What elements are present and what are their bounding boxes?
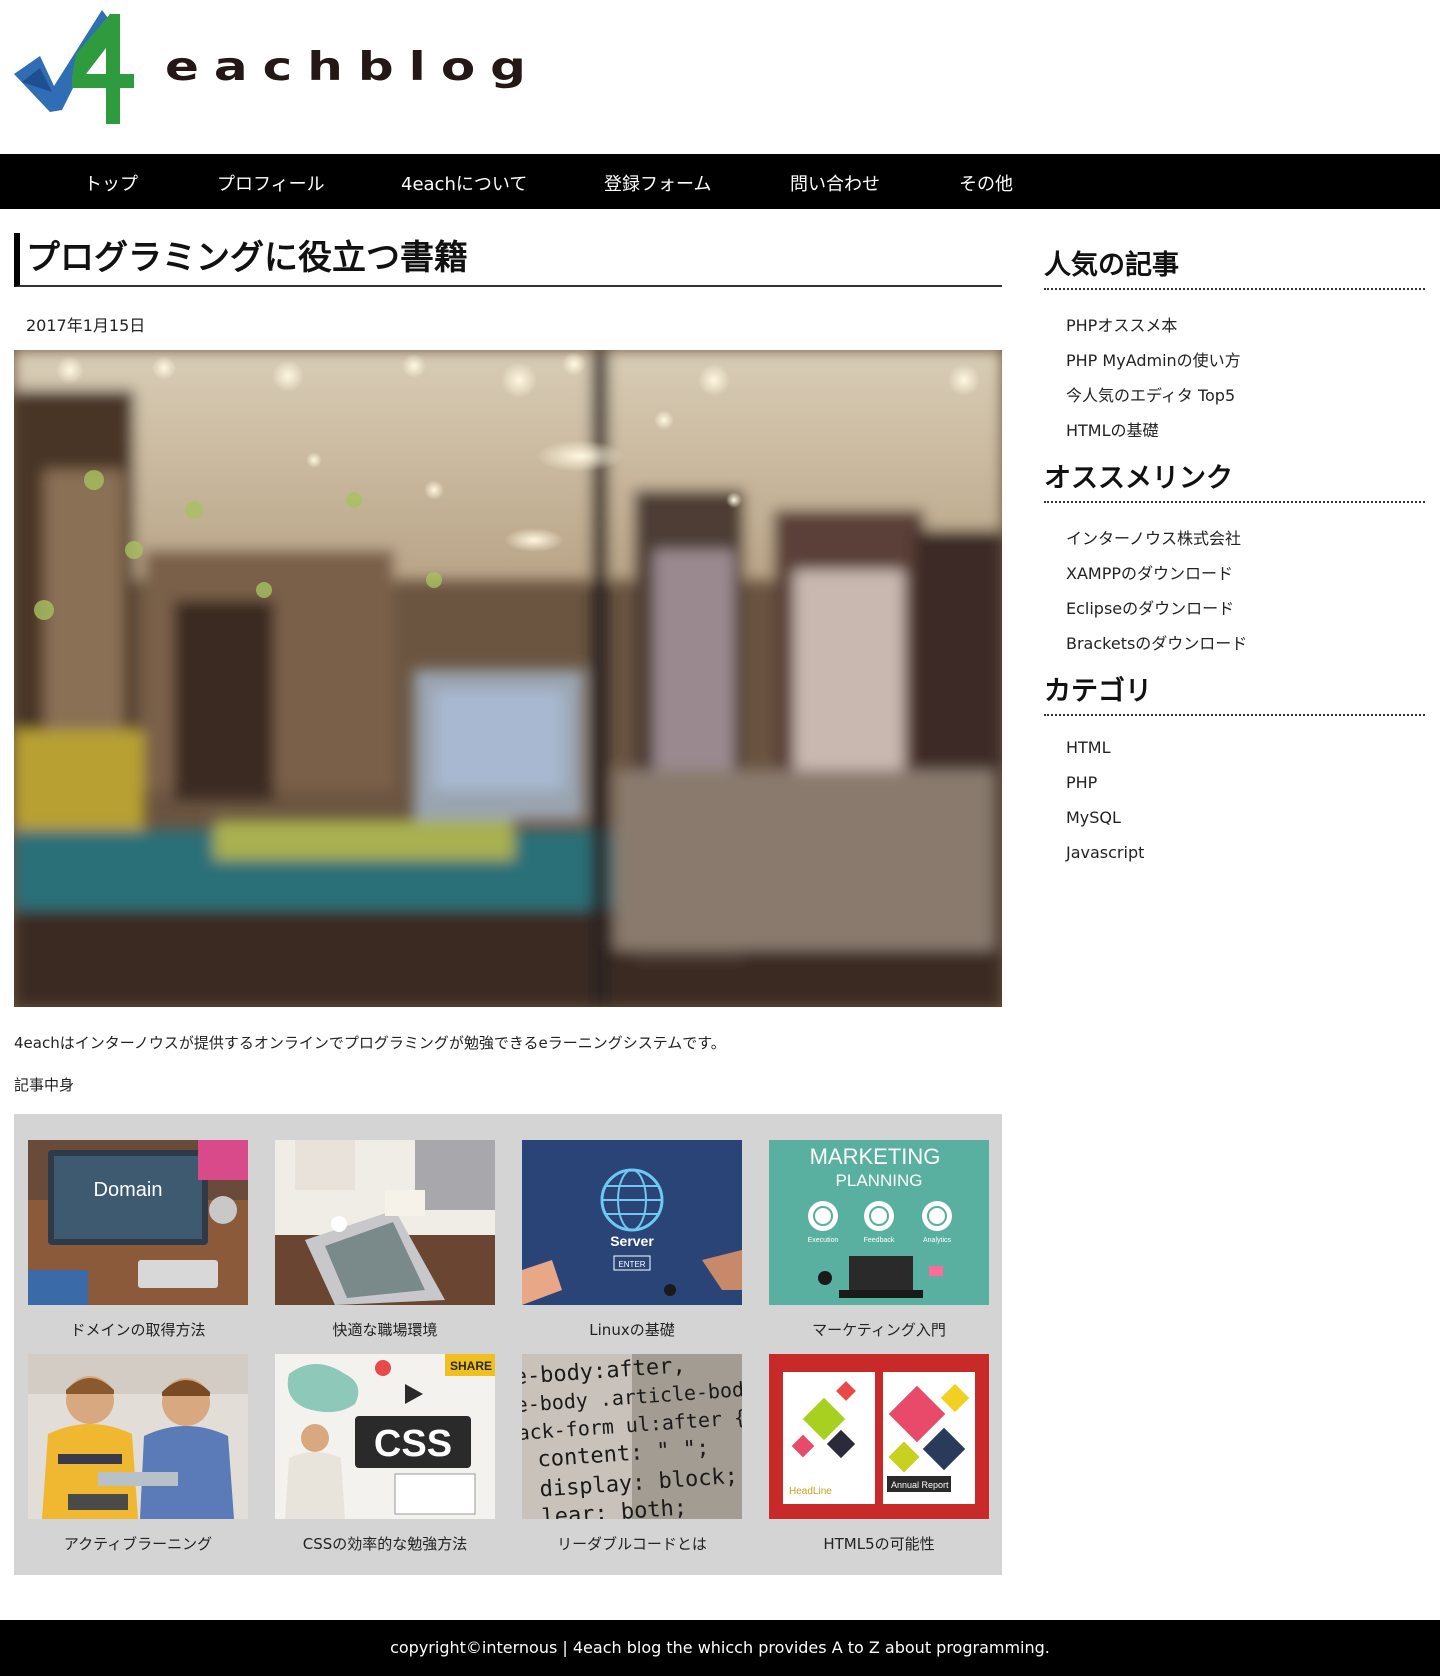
css-share-text: SHARE xyxy=(450,1359,492,1373)
nav-item-profile[interactable]: プロフィール xyxy=(217,170,325,196)
sidebar-link-recommended[interactable]: XAMPPのダウンロード xyxy=(1066,560,1233,584)
css-thumbnail: CSS SHARE xyxy=(275,1354,495,1519)
html5-headline-text: HeadLine xyxy=(789,1486,832,1497)
card-caption: リーダブルコードとは xyxy=(557,1535,707,1553)
sidebar-link-category[interactable]: MySQL xyxy=(1066,808,1121,827)
sidebar-link-popular[interactable]: 今人気のエディタ Top5 xyxy=(1066,382,1235,406)
article-card[interactable]: Domain ドメインの取得方法 xyxy=(28,1140,248,1340)
sidebar-link-popular[interactable]: PHP MyAdminの使い方 xyxy=(1066,347,1241,371)
sidebar-link-category[interactable]: HTML xyxy=(1066,738,1111,757)
nav-item-register[interactable]: 登録フォーム xyxy=(604,170,711,196)
card-caption: CSSの効率的な勉強方法 xyxy=(302,1535,468,1553)
related-articles-grid: Domain ドメインの取得方法 快適な職場環境 Server ENTER Li… xyxy=(14,1114,1002,1575)
html5-report-text: Annual Report xyxy=(891,1480,949,1490)
marketing-thumbnail-text: MARKETING xyxy=(810,1144,941,1169)
global-nav: トップ プロフィール 4eachについて 登録フォーム 問い合わせ その他 xyxy=(0,154,1440,209)
article-card[interactable]: MARKETING PLANNING Execution Feedback An… xyxy=(769,1140,989,1340)
domain-thumbnail-text: Domain xyxy=(94,1179,163,1201)
marketing-icon-label: Feedback xyxy=(864,1237,895,1244)
nav-item-contact[interactable]: 問い合わせ xyxy=(790,170,880,196)
sidebar-link-recommended[interactable]: インターノウス株式会社 xyxy=(1066,525,1241,549)
article-card[interactable]: アクティブラーニング xyxy=(28,1354,248,1554)
article-date: 2017年1月15日 xyxy=(26,316,146,335)
server-enter-text: ENTER xyxy=(618,1260,645,1269)
sidebar-heading-popular: 人気の記事 xyxy=(1044,248,1425,290)
sidebar-link-recommended[interactable]: Eclipseのダウンロード xyxy=(1066,595,1234,619)
active-learning-thumbnail xyxy=(28,1354,248,1519)
article-body-label: 記事中身 xyxy=(14,1076,75,1094)
nav-item-top[interactable]: トップ xyxy=(84,170,138,196)
domain-thumbnail: Domain xyxy=(28,1140,248,1305)
article-card[interactable]: e-body:after, e-body .article-body-more:… xyxy=(522,1354,742,1554)
article-card[interactable]: Server ENTER Linuxの基礎 xyxy=(522,1140,742,1340)
html5-thumbnail: HeadLine Annual Report xyxy=(769,1354,989,1519)
logo-text: eachblog xyxy=(165,44,541,90)
sidebar-link-category[interactable]: Javascript xyxy=(1066,843,1144,862)
nav-item-other[interactable]: その他 xyxy=(959,170,1013,196)
hero-image xyxy=(14,350,1002,1007)
card-caption: ドメインの取得方法 xyxy=(70,1321,206,1339)
card-caption: アクティブラーニング xyxy=(63,1535,213,1553)
site-footer: copyright©internous | 4each blog the whi… xyxy=(0,1620,1440,1676)
article-card[interactable]: HeadLine Annual Report HTML5の可能性 xyxy=(769,1354,989,1554)
sidebar-link-recommended[interactable]: Bracketsのダウンロード xyxy=(1066,630,1247,654)
marketing-icon-label: Execution xyxy=(808,1237,839,1244)
article-title: プログラミングに役立つ書籍 xyxy=(14,233,1002,287)
article-card[interactable]: 快適な職場環境 xyxy=(275,1140,495,1340)
sidebar-link-category[interactable]: PHP xyxy=(1066,773,1097,792)
site-logo[interactable] xyxy=(10,4,140,126)
workplace-thumbnail xyxy=(275,1140,495,1305)
code-thumbnail: e-body:after, e-body .article-body-more:… xyxy=(522,1354,742,1519)
article-intro: 4eachはインターノウスが提供するオンラインでプログラミングが勉強できるeラー… xyxy=(14,1034,726,1052)
sidebar-link-popular[interactable]: HTMLの基礎 xyxy=(1066,417,1159,441)
article-card[interactable]: CSS SHARE CSSの効率的な勉強方法 xyxy=(275,1354,495,1554)
sidebar-heading-category: カテゴリ xyxy=(1044,674,1425,716)
server-thumbnail-text: Server xyxy=(610,1233,654,1249)
card-caption: HTML5の可能性 xyxy=(823,1535,935,1553)
footer-copyright: copyright©internous | 4each blog the whi… xyxy=(390,1638,1050,1657)
nav-item-about[interactable]: 4eachについて xyxy=(401,170,527,196)
marketing-thumbnail: MARKETING PLANNING Execution Feedback An… xyxy=(769,1140,989,1305)
card-caption: 快適な職場環境 xyxy=(332,1321,438,1339)
marketing-icon-label: Analytics xyxy=(923,1237,952,1244)
server-thumbnail: Server ENTER xyxy=(522,1140,742,1305)
site-header: eachblog xyxy=(0,0,1440,154)
css-thumbnail-text: CSS xyxy=(374,1423,452,1465)
sidebar-link-popular[interactable]: PHPオススメ本 xyxy=(1066,312,1177,336)
logo-mark-icon xyxy=(14,10,134,124)
marketing-thumbnail-subtext: PLANNING xyxy=(836,1171,923,1190)
card-caption: マーケティング入門 xyxy=(812,1321,946,1339)
card-caption: Linuxの基礎 xyxy=(589,1321,675,1339)
sidebar-heading-links: オススメリンク xyxy=(1044,461,1425,503)
